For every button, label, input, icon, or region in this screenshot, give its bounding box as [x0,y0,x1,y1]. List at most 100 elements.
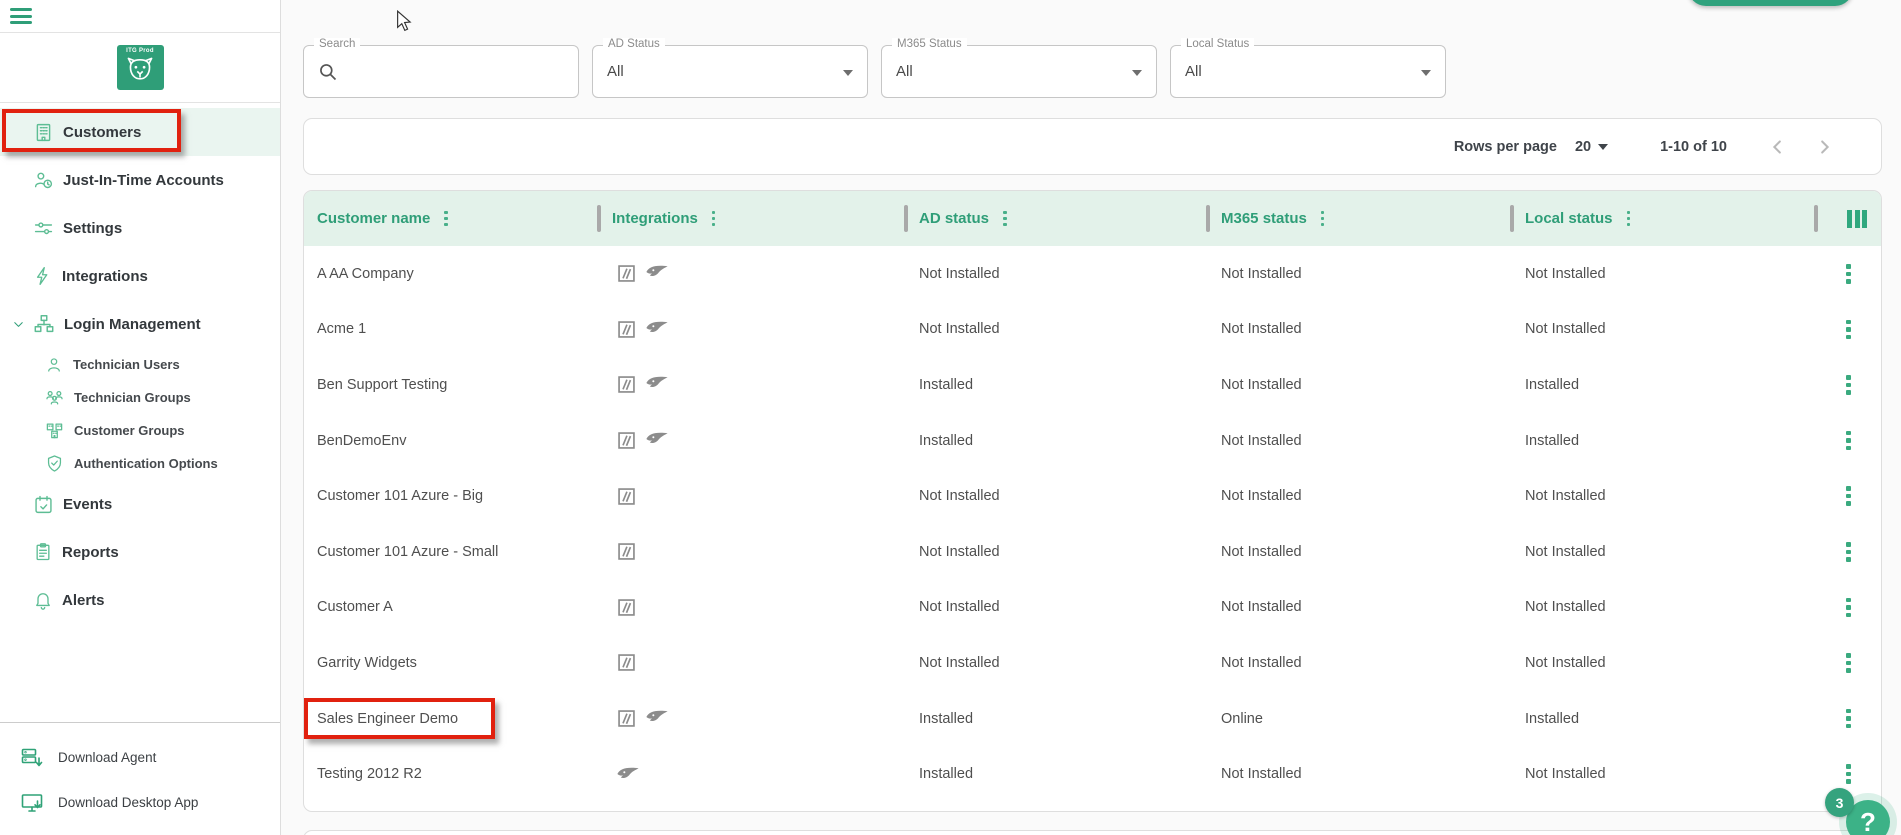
column-menu-kebab-icon[interactable] [1003,210,1007,227]
previous-page-button[interactable] [1767,136,1789,158]
table-row-ben-support-testing[interactable]: Ben Support Testing Installed Not Installe… [304,357,1881,413]
logo-text: ITG Prod [126,48,154,54]
download-agent-link[interactable]: Download Agent [0,735,280,780]
pagination-range: 1-10 of 10 [1660,138,1727,155]
integrations-cell [599,597,906,618]
sidebar-nav: Customers Just-In-Time Accounts Settings In… [0,103,280,722]
table-row-a-aa-company[interactable]: A AA Company Not Installed Not Installed No… [304,246,1881,302]
ad-status-cell: Not Installed [919,543,1000,560]
primary-action-button-clipped[interactable] [1688,0,1853,6]
caret-down-icon [1132,70,1142,76]
sidebar-item-alerts[interactable]: Alerts [0,576,280,624]
sidebar-subitem-technician-groups[interactable]: Technician Groups [0,381,280,414]
m365-status-select[interactable]: M365 Status All [881,38,1157,98]
m365-status-cell: Not Installed [1221,321,1302,338]
table-row-customer-a[interactable]: Customer A Not Installed Not Installed Not … [304,580,1881,636]
hamburger-menu-icon[interactable] [10,8,32,24]
column-header-label: Integrations [612,210,698,227]
sidebar-subitem-technician-users[interactable]: Technician Users [0,348,280,381]
sidebar-subitem-authentication-options[interactable]: Authentication Options [0,447,280,480]
customer-name-cell[interactable]: Testing 2012 R2 [304,766,599,782]
local-status-cell: Not Installed [1525,321,1606,338]
m365-status-cell: Not Installed [1221,599,1302,616]
customer-name-cell[interactable]: Ben Support Testing [304,377,599,393]
mouse-cursor [397,10,412,32]
m365-status-cell: Not Installed [1221,265,1302,282]
table-row-testing-2012-r2[interactable]: Testing 2012 R2 Installed Not Installed Not… [304,746,1881,802]
column-header-m365-status[interactable]: M365 status [1206,191,1512,246]
row-actions-kebab-icon[interactable] [1846,708,1851,729]
sidebar-item-reports[interactable]: Reports [0,528,280,576]
sidebar: ITG Prod Customers Just-In-Time Accounts S… [0,0,281,835]
download-desktop-app-link[interactable]: Download Desktop App [0,780,280,825]
local-status-cell: Not Installed [1525,766,1606,783]
table-row-customer-101-azure-small[interactable]: Customer 101 Azure - Small Not Installed N… [304,524,1881,580]
row-actions-kebab-icon[interactable] [1846,375,1851,395]
clipboard-icon [33,542,53,562]
column-menu-kebab-icon[interactable] [1320,210,1325,227]
integrations-cell [599,541,906,562]
sidebar-item-integrations[interactable]: Integrations [0,252,280,300]
chevron-down-icon[interactable] [11,317,26,332]
row-actions-kebab-icon[interactable] [1846,597,1851,618]
customer-name-cell[interactable]: Customer 101 Azure - Small [304,544,599,560]
column-settings-icon[interactable] [1847,209,1867,228]
column-header-integrations[interactable]: Integrations [597,191,906,246]
logo-row: ITG Prod [0,33,280,103]
ad-status-cell: Not Installed [919,321,1000,338]
row-actions-kebab-icon[interactable] [1846,319,1851,340]
sidebar-item-label: Settings [63,219,123,237]
row-actions-kebab-icon[interactable] [1846,542,1851,562]
table-row-garrity-widgets[interactable]: Garrity Widgets Not Installed Not Installe… [304,635,1881,691]
column-menu-kebab-icon[interactable] [711,210,716,227]
square-slash-integration-icon [616,486,637,507]
integrations-cell [599,652,906,673]
customer-name-cell[interactable]: Acme 1 [304,321,599,337]
row-actions-kebab-icon[interactable] [1846,264,1851,284]
table-footer-bar-clipped [303,830,1882,835]
customer-name-cell[interactable]: Customer 101 Azure - Big [304,488,599,504]
column-menu-kebab-icon[interactable] [444,210,448,227]
customer-name-cell[interactable]: Customer A [304,599,599,615]
row-actions-kebab-icon[interactable] [1846,653,1851,673]
local-status-select[interactable]: Local Status All [1170,38,1446,98]
sidebar-item-settings[interactable]: Settings [0,204,280,252]
customer-name-cell[interactable]: A AA Company [304,266,599,282]
calendar-check-icon [33,494,54,515]
sidebar-item-events[interactable]: Events [0,480,280,528]
ad-status-cell: Not Installed [919,654,1000,671]
table-row-acme-1[interactable]: Acme 1 Not Installed Not Installed Not Inst… [304,302,1881,358]
user-icon [45,356,63,374]
sidebar-subitem-customer-groups[interactable]: Customer Groups [0,414,280,447]
ad-status-select[interactable]: AD Status All [592,38,868,98]
integrations-cell [599,430,906,451]
m365-status-value: All [896,63,913,80]
row-actions-kebab-icon[interactable] [1846,764,1851,784]
row-actions-kebab-icon[interactable] [1846,486,1851,506]
column-header-ad-status[interactable]: AD status [904,191,1208,246]
table-row-sales-engineer-demo[interactable]: Sales Engineer Demo Installed Online Instal… [304,691,1881,747]
customer-name-cell[interactable]: Garrity Widgets [304,655,599,671]
table-row-bendemoenv[interactable]: BenDemoEnv Installed Not Installed Installe… [304,413,1881,469]
customer-name-cell[interactable]: BenDemoEnv [304,433,599,449]
square-slash-integration-icon [616,652,637,673]
sidebar-item-customers[interactable]: Customers [0,108,280,156]
column-header-customer-name[interactable]: Customer name [304,191,599,246]
table-row-customer-101-azure-big[interactable]: Customer 101 Azure - Big Not Installed Not… [304,468,1881,524]
customer-name-cell[interactable]: Sales Engineer Demo [304,711,599,727]
notification-badge[interactable]: 3 [1825,788,1854,817]
row-actions-kebab-icon[interactable] [1846,430,1851,451]
column-menu-kebab-icon[interactable] [1626,210,1631,227]
search-input[interactable]: Search [303,38,579,98]
falcon-integration-icon [645,430,669,451]
ad-status-cell: Not Installed [919,488,1000,505]
sidebar-item-login-management[interactable]: Login Management [0,300,280,348]
sidebar-item-just-in-time-accounts[interactable]: Just-In-Time Accounts [0,156,280,204]
rows-per-page-select[interactable]: 20 [1575,139,1609,155]
falcon-integration-icon [645,374,669,395]
column-header-local-status[interactable]: Local status [1510,191,1816,246]
caret-down-icon [1598,143,1609,150]
sidebar-subitem-label: Customer Groups [74,423,185,438]
local-status-cell: Installed [1525,432,1580,449]
next-page-button[interactable] [1813,136,1835,158]
